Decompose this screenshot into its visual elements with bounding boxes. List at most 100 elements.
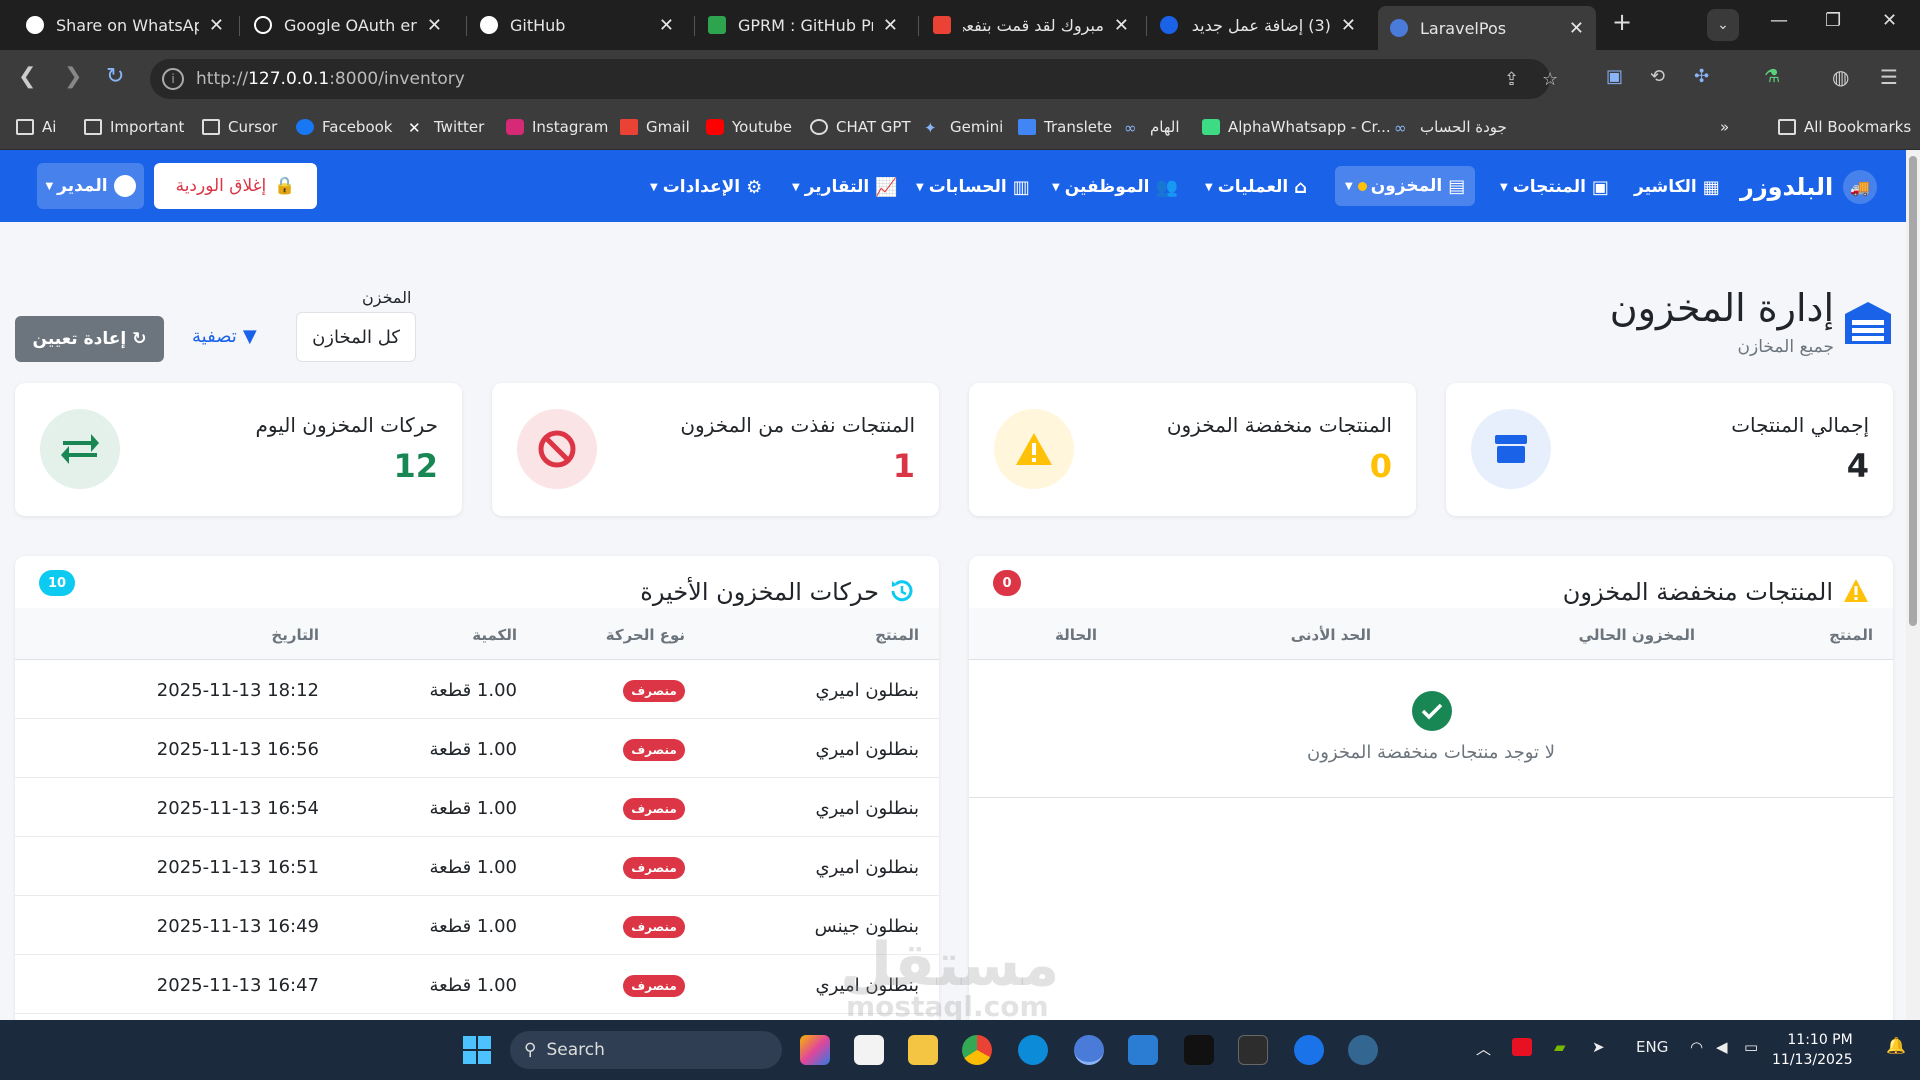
low-stock-panel: المنتجات منخفضة المخزون 0 المنتج المخزون… (969, 556, 1893, 1026)
store-icon: ⌂ (1294, 176, 1308, 198)
labs-icon[interactable]: ⚗ (1764, 66, 1780, 87)
bookmark-gmail[interactable]: Gmail (620, 118, 690, 136)
scrollbar-thumb[interactable] (1909, 156, 1917, 626)
browser-tab-laravelpos[interactable]: LaravelPos ✕ (1378, 6, 1596, 50)
folder-icon (1778, 119, 1796, 135)
close-shift-button[interactable]: إغلاق الوردية 🔒 (154, 163, 317, 209)
bookmark-translete[interactable]: Translete (1018, 118, 1112, 136)
browser-tab-gmail[interactable]: مبروك لقد قمت بتفعي ✕ (921, 8, 1141, 42)
bookmark-ilham[interactable]: ∞ الهام (1124, 118, 1180, 137)
bookmark-youtube[interactable]: Youtube (706, 118, 792, 136)
table-row: بنطلون اميري منصرف 1.00 قطعة 2025-11-13 18:… (15, 660, 939, 719)
chrome-profile-icon[interactable] (1294, 1035, 1324, 1065)
volume-icon[interactable]: ◀ (1716, 1038, 1728, 1056)
file-explorer-icon[interactable] (908, 1035, 938, 1065)
close-tab-icon[interactable]: ✕ (1341, 15, 1356, 36)
bookmarks-overflow-icon[interactable]: » (1720, 118, 1729, 136)
filter-button[interactable]: تصفية ▼ (192, 326, 257, 347)
bookmark-folder-important[interactable]: Important (84, 118, 184, 136)
battery-icon[interactable]: ▭ (1744, 1038, 1758, 1056)
divider (969, 797, 1893, 798)
close-tab-icon[interactable]: ✕ (659, 15, 674, 36)
user-menu[interactable]: ▼ المدير (37, 163, 144, 209)
stat-label: المنتجات منخفضة المخزون (1166, 413, 1392, 437)
browser-tab-gprm[interactable]: GPRM : GitHub Profi ✕ (696, 8, 910, 42)
bookmark-chatgpt[interactable]: CHAT GPT (810, 118, 911, 136)
close-tab-icon[interactable]: ✕ (1114, 15, 1129, 36)
minimize-button[interactable]: — (1770, 10, 1788, 31)
nvidia-icon[interactable]: ▰ (1554, 1038, 1566, 1056)
notifications-icon[interactable]: 🔔 (1886, 1036, 1906, 1055)
warehouse-select[interactable]: كل المخازن (296, 312, 416, 362)
notepad-icon[interactable] (1128, 1035, 1158, 1065)
nav-accounts[interactable]: ▼ الحسابات ▥ (916, 170, 1030, 204)
nav-settings[interactable]: ▼ الإعدادات ⚙ (650, 170, 762, 204)
cash-register-icon: ▦ (1702, 176, 1720, 198)
page-scrollbar[interactable] (1906, 150, 1920, 1020)
chrome-active-icon[interactable] (1074, 1035, 1104, 1065)
browser-tab-whatsapp[interactable]: Share on WhatsApp ✕ (14, 8, 236, 42)
bookmark-folder-cursor[interactable]: Cursor (202, 118, 277, 136)
edge-icon[interactable] (1018, 1035, 1048, 1065)
bookmark-folder-ai[interactable]: Ai (16, 118, 56, 136)
bookmark-facebook[interactable]: Facebook (296, 118, 392, 136)
nav-reports[interactable]: ▼ التقارير 📈 (792, 170, 898, 204)
reset-button[interactable]: إعادة تعيين ↻ (15, 316, 164, 362)
cursor-app-icon[interactable] (1184, 1035, 1214, 1065)
all-bookmarks[interactable]: All Bookmarks (1778, 118, 1911, 136)
bookmark-twitter[interactable]: ✕ Twitter (408, 118, 484, 137)
tray-app-icon[interactable] (1512, 1038, 1532, 1056)
extension-sync-icon[interactable]: ⟲ (1650, 66, 1665, 87)
bookmark-star-icon[interactable]: ☆ (1542, 69, 1558, 90)
share-icon[interactable]: ⇪ (1504, 69, 1519, 90)
close-window-button[interactable]: ✕ (1882, 10, 1897, 31)
url-bar[interactable]: i http://127.0.0.1:8000/inventory ⇪ ☆ (150, 59, 1558, 99)
ban-icon (538, 430, 576, 468)
tray-overflow-icon[interactable]: ︿ (1476, 1038, 1491, 1059)
nav-inventory[interactable]: ▼ المخزون ▤ (1335, 166, 1476, 206)
close-tab-icon[interactable]: ✕ (1569, 18, 1584, 39)
brand[interactable]: البلدوزر 🚚 (1740, 170, 1878, 204)
nav-operations[interactable]: ▼ العمليات ⌂ (1205, 170, 1307, 204)
copilot-icon[interactable] (800, 1035, 830, 1065)
browser-tab-oauth[interactable]: Google OAuth error ✕ (242, 8, 454, 42)
browser-tab-mostaql[interactable]: (3) إضافة عمل جديد | ✕ (1148, 8, 1368, 42)
terminal-icon[interactable] (1238, 1035, 1268, 1065)
bookmark-instagram[interactable]: Instagram (506, 118, 608, 136)
bookmark-account-quality[interactable]: ∞ جودة الحساب (1394, 118, 1507, 137)
nav-cashier[interactable]: الكاشير ▦ (1634, 170, 1720, 204)
wifi-icon[interactable]: ◠ (1690, 1038, 1703, 1056)
nav-products[interactable]: ▼ المنتجات ▣ (1500, 170, 1609, 204)
taskbar-search[interactable]: ⚲ Search (510, 1031, 782, 1069)
lock-icon: 🔒 (274, 176, 296, 196)
cell-product: بنطلون اميري (815, 798, 920, 819)
translate-icon[interactable]: ▣ (1606, 66, 1623, 87)
close-tab-icon[interactable]: ✕ (209, 15, 224, 36)
browser-tab-github[interactable]: GitHub ✕ (468, 8, 686, 42)
menu-icon[interactable]: ☰ (1880, 65, 1898, 89)
microsoft-store-icon[interactable] (854, 1035, 884, 1065)
recent-movements-panel: حركات المخزون الأخيرة 10 المنتج نوع الحر… (15, 556, 939, 1026)
profile-icon[interactable]: ◍ (1832, 65, 1849, 89)
windows-start-icon[interactable] (463, 1036, 491, 1064)
chrome-icon[interactable] (962, 1035, 992, 1065)
android-icon (1202, 119, 1220, 135)
site-info-icon[interactable]: i (162, 68, 184, 90)
tab-search-button[interactable]: ⌄ (1707, 9, 1739, 41)
close-tab-icon[interactable]: ✕ (883, 15, 898, 36)
taskbar-clock[interactable]: 11:10 PM 11/13/2025 (1772, 1030, 1853, 1070)
bookmark-gemini[interactable]: ✦ Gemini (924, 118, 1003, 137)
send-icon[interactable]: ➤ (1592, 1038, 1605, 1056)
reload-icon[interactable]: ↻ (106, 64, 124, 89)
forward-icon[interactable]: ❯ (64, 64, 82, 89)
url-text[interactable]: http://127.0.0.1:8000/inventory (196, 69, 465, 89)
puzzle-icon[interactable]: ✣ (1694, 66, 1709, 87)
back-icon[interactable]: ❮ (18, 64, 36, 89)
restore-button[interactable]: ❐ (1825, 10, 1841, 31)
new-tab-button[interactable]: + (1612, 8, 1632, 36)
bookmark-alphawhatsapp[interactable]: AlphaWhatsapp - Cr... (1202, 118, 1391, 136)
postgresql-icon[interactable] (1348, 1035, 1378, 1065)
close-tab-icon[interactable]: ✕ (427, 15, 442, 36)
nav-employees[interactable]: ▼ الموظفين 👥 (1052, 170, 1178, 204)
language-indicator[interactable]: ENG (1636, 1038, 1668, 1056)
